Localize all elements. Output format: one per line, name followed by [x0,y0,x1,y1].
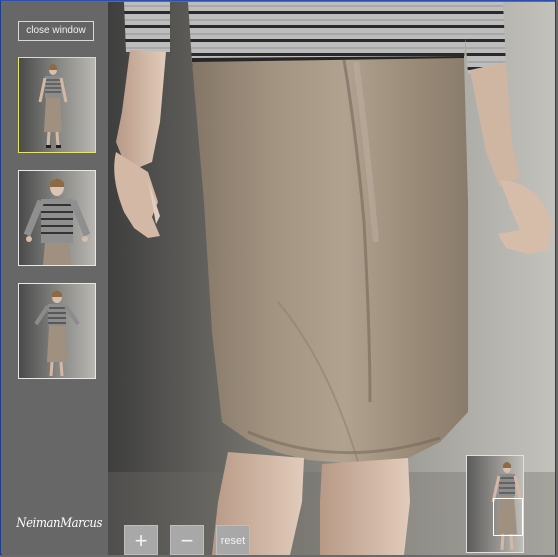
navigator-viewport-box[interactable] [493,498,523,536]
neiman-marcus-logo: NeimanMarcus [16,516,103,531]
close-window-button[interactable]: close window [18,21,94,41]
thumbnail-front-view[interactable] [18,57,96,153]
thumbnail-image [38,64,68,148]
sidebar: close window NeimanMarcus [2,2,108,555]
thumbnail-image [23,178,91,265]
zoom-out-button[interactable]: − [170,525,204,555]
thumbnail-alternate-view[interactable] [18,283,96,379]
zoom-navigator[interactable] [466,455,524,553]
reset-zoom-button[interactable]: reset [216,525,250,555]
minus-icon: − [180,528,194,553]
thumbnail-image [34,290,80,377]
zoom-in-button[interactable]: + [124,525,158,555]
plus-icon: + [134,528,148,553]
thumbnail-detail-view[interactable] [18,170,96,266]
